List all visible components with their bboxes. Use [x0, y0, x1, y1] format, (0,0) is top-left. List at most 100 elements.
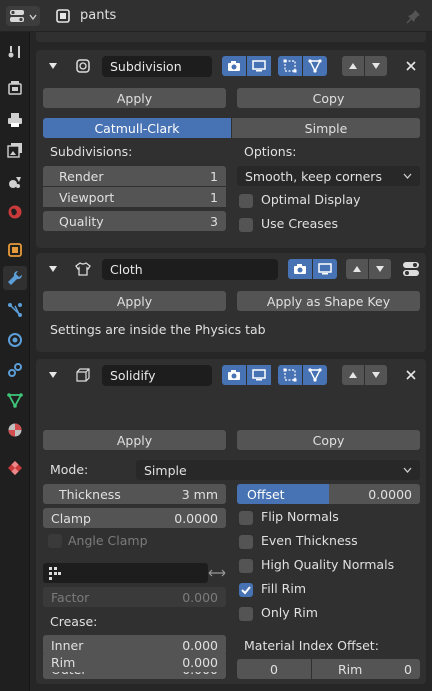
property-tabs [0, 32, 30, 691]
apply-as-shape-key-button[interactable]: Apply as Shape Key [237, 291, 420, 311]
close-icon[interactable] [406, 61, 416, 71]
optimal-display-checkbox[interactable] [239, 194, 253, 208]
tab-object[interactable] [3, 238, 27, 262]
editor-type-menu[interactable] [6, 6, 40, 26]
collapse-arrow-icon[interactable] [48, 264, 58, 274]
chevron-down-icon [403, 467, 412, 473]
tab-constraints[interactable] [3, 358, 27, 382]
viewport-toggle-button[interactable] [247, 56, 271, 76]
copy-button[interactable]: Copy [237, 430, 420, 450]
on-cage-icon [308, 368, 322, 382]
close-icon[interactable] [406, 370, 416, 380]
editmode-toggle-button[interactable] [278, 56, 302, 76]
viewport-toggle-button[interactable] [313, 259, 337, 279]
arrow-up-icon [349, 63, 357, 69]
tab-simple[interactable]: Simple [232, 118, 420, 138]
subdivision-modifier-icon [76, 59, 90, 73]
quality-label: Quality [59, 213, 104, 229]
factor-field[interactable]: Factor 0.000 [43, 587, 226, 607]
flip-normals-checkbox[interactable] [239, 511, 253, 525]
hq-normals-checkbox[interactable] [239, 559, 253, 573]
viewport-levels-field[interactable]: Viewport 1 [43, 187, 226, 207]
apply-button[interactable]: Apply [43, 430, 226, 450]
only-rim-checkbox[interactable] [239, 607, 253, 621]
texture-icon [8, 461, 22, 475]
collapse-arrow-icon[interactable] [48, 370, 58, 380]
tab-world[interactable] [3, 200, 27, 224]
copy-button[interactable]: Copy [237, 88, 420, 108]
fill-rim-checkbox[interactable] [239, 583, 253, 597]
checkmark-icon [241, 586, 251, 595]
fill-rim-label: Fill Rim [261, 581, 307, 596]
mode-value: Simple [144, 462, 187, 478]
cloth-panel: Cloth Apply Apply as Shape Key Settings … [36, 253, 426, 352]
offset-slider[interactable]: Offset 0.0000 [237, 484, 420, 504]
uv-smooth-value: Smooth, keep corners [245, 168, 382, 184]
apply-button[interactable]: Apply [43, 291, 226, 311]
move-up-button[interactable] [342, 365, 364, 385]
object-icon [56, 9, 70, 23]
invert-arrows-icon[interactable] [208, 568, 226, 578]
material-offset-field[interactable]: 0 [237, 659, 311, 679]
render-toggle-button[interactable] [222, 56, 246, 76]
move-down-button[interactable] [365, 365, 387, 385]
tab-catmull-clark[interactable]: Catmull-Clark [43, 118, 231, 138]
arrow-down-icon [372, 372, 380, 378]
rim-crease-field[interactable]: Rim 0.000 [43, 652, 226, 672]
mode-dropdown[interactable]: Simple [136, 460, 420, 480]
pin-icon[interactable] [406, 8, 422, 24]
quality-field[interactable]: Quality 3 [43, 211, 226, 231]
factor-label: Factor [51, 589, 90, 605]
move-down-button[interactable] [365, 56, 387, 76]
render-toggle-button[interactable] [222, 365, 246, 385]
tab-physics[interactable] [3, 328, 27, 352]
inner-label: Inner [51, 637, 84, 653]
crease-label: Crease: [50, 614, 98, 629]
tab-texture[interactable] [3, 456, 27, 480]
toggle-switch-icon[interactable] [402, 261, 420, 277]
subdivisions-label: Subdivisions: [50, 144, 133, 159]
tab-render[interactable] [3, 76, 27, 100]
render-toggle-button[interactable] [288, 259, 312, 279]
tab-tool[interactable] [3, 40, 27, 64]
tab-material[interactable] [3, 418, 27, 442]
viewport-value: 1 [210, 189, 218, 205]
apply-button[interactable]: Apply [43, 88, 226, 108]
tab-view-layer[interactable] [3, 138, 27, 162]
uv-smooth-dropdown[interactable]: Smooth, keep corners [237, 166, 420, 186]
tool-icon [8, 46, 20, 58]
rim-label: Rim [51, 654, 76, 670]
tab-modifiers[interactable] [3, 266, 27, 290]
cage-toggle-button[interactable] [303, 56, 327, 76]
tab-scene[interactable] [3, 170, 27, 194]
solidify-name-field[interactable]: Solidify [102, 365, 212, 386]
inner-value: 0.000 [182, 637, 218, 653]
viewport-toggle-button[interactable] [247, 365, 271, 385]
editmode-toggle-button[interactable] [278, 365, 302, 385]
particles-icon [8, 303, 22, 317]
move-up-button[interactable] [342, 56, 364, 76]
subdivision-name-field[interactable]: Subdivision [102, 56, 212, 77]
world-icon [8, 205, 22, 219]
tab-data[interactable] [3, 388, 27, 412]
vertex-group-field[interactable] [43, 563, 208, 583]
cage-toggle-button[interactable] [303, 365, 327, 385]
render-icon [8, 81, 22, 95]
angle-clamp-checkbox[interactable] [48, 534, 62, 548]
clamp-field[interactable]: Clamp 0.0000 [43, 508, 226, 528]
move-down-button[interactable] [369, 259, 391, 279]
tab-particles[interactable] [3, 298, 27, 322]
tab-output[interactable] [3, 108, 27, 132]
arrow-down-icon [372, 63, 380, 69]
clamp-label: Clamp [51, 510, 91, 526]
render-levels-field[interactable]: Render 1 [43, 166, 226, 186]
cloth-name-field[interactable]: Cloth [102, 259, 278, 280]
material-rim-offset-field[interactable]: Rim 0 [312, 659, 420, 679]
solidify-panel: Solidify Apply Copy Mode: Simple Thickne… [36, 359, 426, 684]
even-thickness-checkbox[interactable] [239, 535, 253, 549]
collapse-arrow-icon[interactable] [48, 61, 58, 71]
thickness-field[interactable]: Thickness 3 mm [43, 484, 226, 504]
move-up-button[interactable] [346, 259, 368, 279]
on-cage-icon [308, 59, 322, 73]
use-creases-checkbox[interactable] [239, 218, 253, 232]
